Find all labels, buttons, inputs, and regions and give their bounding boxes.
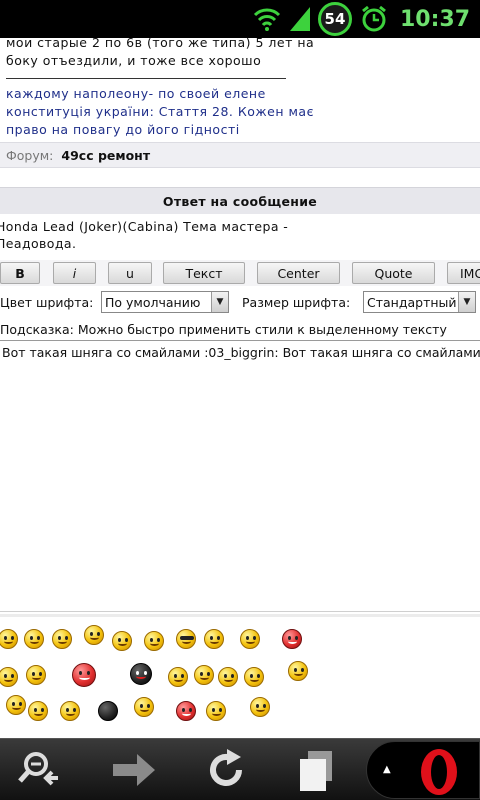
clock: 10:37 [399,6,470,32]
tabs-button[interactable] [288,747,344,793]
center-button[interactable]: Center [257,262,340,284]
smiley-icon[interactable] [240,629,260,649]
italic-button[interactable]: i [53,262,96,284]
topic-line: Леадовода. [0,236,77,251]
smiley-icon[interactable] [288,661,308,681]
hint-text: Подсказка: Можно быстро применить стили … [0,322,447,337]
smiley-icon[interactable] [218,667,238,687]
font-size-value: Стандартный [367,294,457,310]
forward-icon [113,754,155,786]
message-textarea[interactable]: Вот такая шняга со смайлами :03_biggrin:… [0,340,480,612]
smiley-icon[interactable] [84,625,104,645]
font-options: Цвет шрифта: По умолчанию ▼ Размер шрифт… [0,290,480,314]
topic-title: Honda Lead (Joker)(Cabina) Тема мастера … [0,218,480,252]
status-bar: 54 10:37 [0,0,480,38]
forum-post: мои старые 2 по 6в (того же типа) 5 лет … [0,34,480,139]
alarm-icon [360,5,388,33]
message-text: Вот такая шняга со смайлами :03_biggrin:… [2,345,480,360]
reload-icon [210,749,242,786]
smiley-icon[interactable] [168,667,188,687]
signature-line: право на повагу до його гідності [6,122,240,137]
smiley-icon[interactable] [28,701,48,721]
smiley-icon[interactable] [60,701,80,721]
smiley-panel [0,614,480,738]
wifi-icon [252,6,282,32]
smiley-icon[interactable] [24,629,44,649]
signature-divider [6,78,286,79]
reload-button[interactable] [198,747,254,793]
smiley-icon[interactable] [6,695,26,715]
post-text-line: мои старые 2 по 6в (того же типа) 5 лет … [6,35,315,50]
font-size-label: Размер шрифта: [242,294,351,310]
img-button[interactable]: IMG [447,262,480,284]
forum-name-link[interactable]: 49cc ремонт [61,148,150,163]
biggrin-smiley-icon[interactable] [52,629,72,649]
smiley-icon[interactable] [144,631,164,651]
smiley-icon[interactable] [250,697,270,717]
devil-smiley-icon[interactable] [72,663,96,687]
smiley-icon[interactable] [26,665,46,685]
angel-smiley-icon[interactable] [194,665,214,685]
forum-info: Форум: 49cc ремонт [0,142,480,168]
signal-icon [289,7,310,31]
tabs-icon [300,751,332,791]
browser-toolbar: ▲ [0,738,480,800]
opera-menu-button[interactable]: ▲ [366,741,480,799]
forum-label: Форум: [6,147,54,163]
font-size-select[interactable]: Стандартный ▼ [363,291,476,313]
angry-smiley-icon[interactable] [282,629,302,649]
opera-logo-icon [421,749,457,795]
post-text-line: боку отъездили, и тоже все хорошо [6,53,262,68]
reply-header: Ответ на сообщение [0,187,480,214]
battery-icon: 54 [317,2,352,36]
smiley-icon[interactable] [134,697,154,717]
chevron-up-icon: ▲ [383,764,391,775]
app-root: 54 10:37 мои старые 2 по 6в (того же тип… [0,0,480,800]
smiley-icon[interactable] [0,667,18,687]
zoom-out-button[interactable] [16,747,72,793]
smiley-icon[interactable] [0,629,18,649]
smiley-icon[interactable] [112,631,132,651]
zoom-out-icon [18,752,58,786]
smiley-icon[interactable] [204,629,224,649]
forward-button[interactable] [106,747,162,793]
signature-line: конституція україни: Стаття 28. Кожен ма… [6,104,314,119]
text-button[interactable]: Текст [163,262,245,284]
smiley-icon[interactable] [206,701,226,721]
bold-button[interactable]: B [0,262,40,284]
evil-smiley-icon[interactable] [130,663,152,685]
font-color-value: По умолчанию [105,294,201,310]
font-color-label: Цвет шрифта: [0,294,94,310]
smiley-icon[interactable] [244,667,264,687]
bomb-icon[interactable] [98,701,118,721]
cool-smiley-icon[interactable] [176,629,196,649]
smiley-icon[interactable] [176,701,196,721]
font-color-select[interactable]: По умолчанию ▼ [101,291,229,313]
topic-line: Honda Lead (Joker)(Cabina) Тема мастера … [0,219,289,234]
chevron-down-icon: ▼ [211,292,228,312]
underline-button[interactable]: u [108,262,152,284]
format-toolbar: B i u Текст Center Quote IMG [0,260,480,286]
quote-button[interactable]: Quote [352,262,435,284]
chevron-down-icon: ▼ [458,292,475,312]
signature-line: каждому наполеону- по своей елене [6,86,266,101]
